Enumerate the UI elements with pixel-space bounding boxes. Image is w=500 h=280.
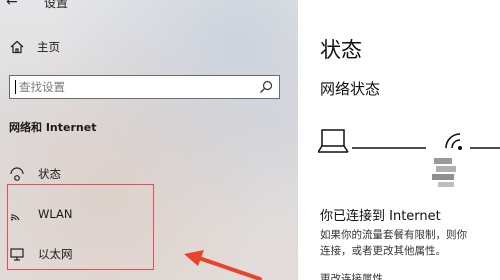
search-placeholder: 查找设置: [19, 80, 65, 94]
blurred-network-name-icon: [432, 158, 456, 187]
search-input[interactable]: 查找设置: [9, 75, 280, 99]
main-content: 状态 网络状态 你已连接到 Internet 如果你的流量套餐有限制，则你 连接…: [298, 0, 500, 280]
sidebar-item-label: 状态: [38, 167, 61, 181]
section-heading: 网络和 Internet: [9, 121, 97, 134]
search-icon[interactable]: [259, 80, 273, 94]
wifi-signal-icon: [445, 133, 500, 150]
back-arrow-icon[interactable]: ←: [6, 0, 20, 9]
description-line-1: 如果你的流量套餐有限制，则你: [320, 229, 467, 241]
sidebar-item-home[interactable]: 主页: [9, 39, 60, 55]
status-icon: [10, 167, 24, 181]
network-status-heading: 网络状态: [320, 80, 381, 98]
change-connection-properties-link[interactable]: 更改连接属性: [320, 271, 383, 280]
annotation-highlight-box: [7, 184, 154, 270]
network-diagram: [318, 129, 500, 187]
sidebar: ← 设置 主页 查找设置 网络和 Internet 状态 WLAN 以太网: [0, 0, 298, 280]
description-line-2: 连接，或者更改其他属性。: [320, 245, 446, 257]
home-icon: [10, 40, 24, 54]
sidebar-item-status[interactable]: 状态: [9, 166, 61, 182]
laptop-icon: [318, 129, 349, 153]
window-title: 设置: [44, 0, 69, 10]
page-title: 状态: [320, 38, 362, 62]
text-caret: [15, 80, 16, 94]
title-bar: ← 设置: [6, 0, 68, 10]
annotation-arrow-icon: [184, 250, 262, 280]
sidebar-item-home-label: 主页: [37, 40, 60, 54]
connection-status-text: 你已连接到 Internet: [320, 209, 441, 224]
